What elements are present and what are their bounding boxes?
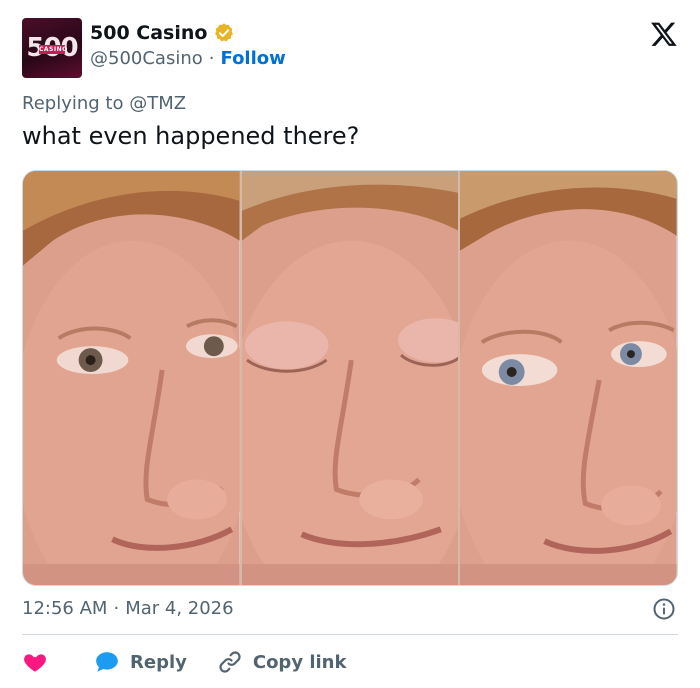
speech-bubble-icon xyxy=(96,652,118,672)
info-icon[interactable] xyxy=(652,597,676,621)
x-logo-icon[interactable] xyxy=(650,20,678,48)
tweet-text: what even happened there? xyxy=(22,122,360,150)
actions-bar: Reply Copy link xyxy=(22,646,346,678)
handle[interactable]: @500Casino xyxy=(90,48,203,69)
verified-badge-icon xyxy=(215,23,234,42)
heart-icon xyxy=(24,654,46,672)
face-image-1 xyxy=(23,171,240,585)
media-panel-side-glance xyxy=(458,171,677,585)
copy-link-label: Copy link xyxy=(252,651,347,673)
replying-to: Replying to @TMZ xyxy=(22,93,186,114)
like-button[interactable] xyxy=(22,649,48,675)
follow-button[interactable]: Follow xyxy=(221,48,286,69)
tweet-time: 12:56 AM xyxy=(22,598,108,619)
tweet-media-image[interactable] xyxy=(22,170,678,586)
link-icon xyxy=(219,651,241,673)
face-image-2 xyxy=(241,171,459,585)
replying-to-handle[interactable]: @TMZ xyxy=(129,93,186,114)
timestamp-separator: · xyxy=(113,598,120,619)
reply-label: Reply xyxy=(130,651,187,673)
display-name[interactable]: 500 Casino xyxy=(90,22,207,44)
tweet-embed-card: 500 CASINO 500 Casino @500Casino · Follo… xyxy=(0,0,700,688)
copy-link-button[interactable]: Copy link xyxy=(217,649,347,675)
media-panel-eyes-open xyxy=(23,171,240,585)
handle-row: @500Casino · Follow xyxy=(90,48,286,69)
divider xyxy=(22,634,678,635)
avatar[interactable]: 500 CASINO xyxy=(22,18,82,78)
tweet-date: Mar 4, 2026 xyxy=(125,598,234,619)
replying-to-label: Replying to xyxy=(22,93,124,114)
handle-separator: · xyxy=(208,48,215,69)
avatar-logo-sub: CASINO xyxy=(39,45,68,54)
tweet-timestamp[interactable]: 12:56 AM · Mar 4, 2026 xyxy=(22,598,234,619)
face-image-3 xyxy=(460,171,677,585)
name-row: 500 Casino xyxy=(90,22,235,44)
reply-button[interactable]: Reply xyxy=(94,649,187,675)
media-panel-eyes-closed xyxy=(239,171,459,585)
